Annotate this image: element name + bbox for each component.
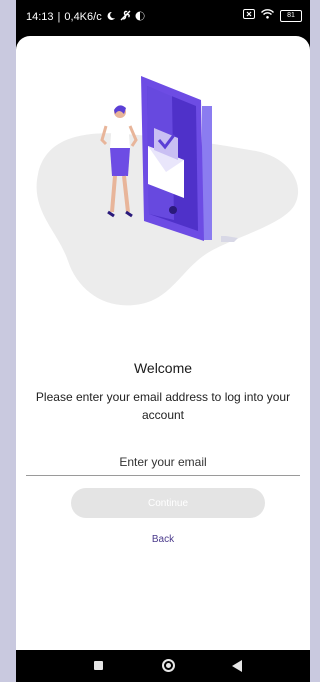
sim-x-icon <box>243 9 255 22</box>
login-screen: Welcome Please enter your email address … <box>16 36 310 650</box>
data-icon <box>135 11 145 24</box>
phone-frame: 14:13 | 0,4K6/c 81 Welcome Please enter … <box>16 0 310 682</box>
back-link[interactable]: Back <box>16 534 310 545</box>
wifi-icon <box>260 9 275 22</box>
home-icon[interactable] <box>162 659 175 672</box>
fan-icon <box>120 10 131 24</box>
battery-level: 81 <box>287 12 295 19</box>
moon-icon <box>106 11 116 24</box>
welcome-heading: Welcome <box>133 360 193 376</box>
back-icon[interactable] <box>232 660 242 672</box>
recent-apps-icon[interactable] <box>94 661 103 670</box>
status-time: 14:13 <box>26 11 54 23</box>
status-right: 81 <box>243 9 302 22</box>
status-divider: | <box>57 11 61 23</box>
phone-home-button <box>169 206 177 214</box>
welcome-illustration <box>36 76 299 306</box>
email-field[interactable] <box>26 448 300 476</box>
login-instructions: Please enter your email address to log i… <box>35 390 291 422</box>
battery-icon: 81 <box>280 9 302 22</box>
status-bar: 14:13 | 0,4K6/c 81 <box>16 0 310 34</box>
status-left: 14:13 | 0,4K6/c <box>26 10 145 24</box>
network-speed: 0,4K6/c <box>64 11 102 23</box>
continue-button[interactable]: Continue <box>71 488 265 518</box>
navigation-bar <box>16 650 310 682</box>
